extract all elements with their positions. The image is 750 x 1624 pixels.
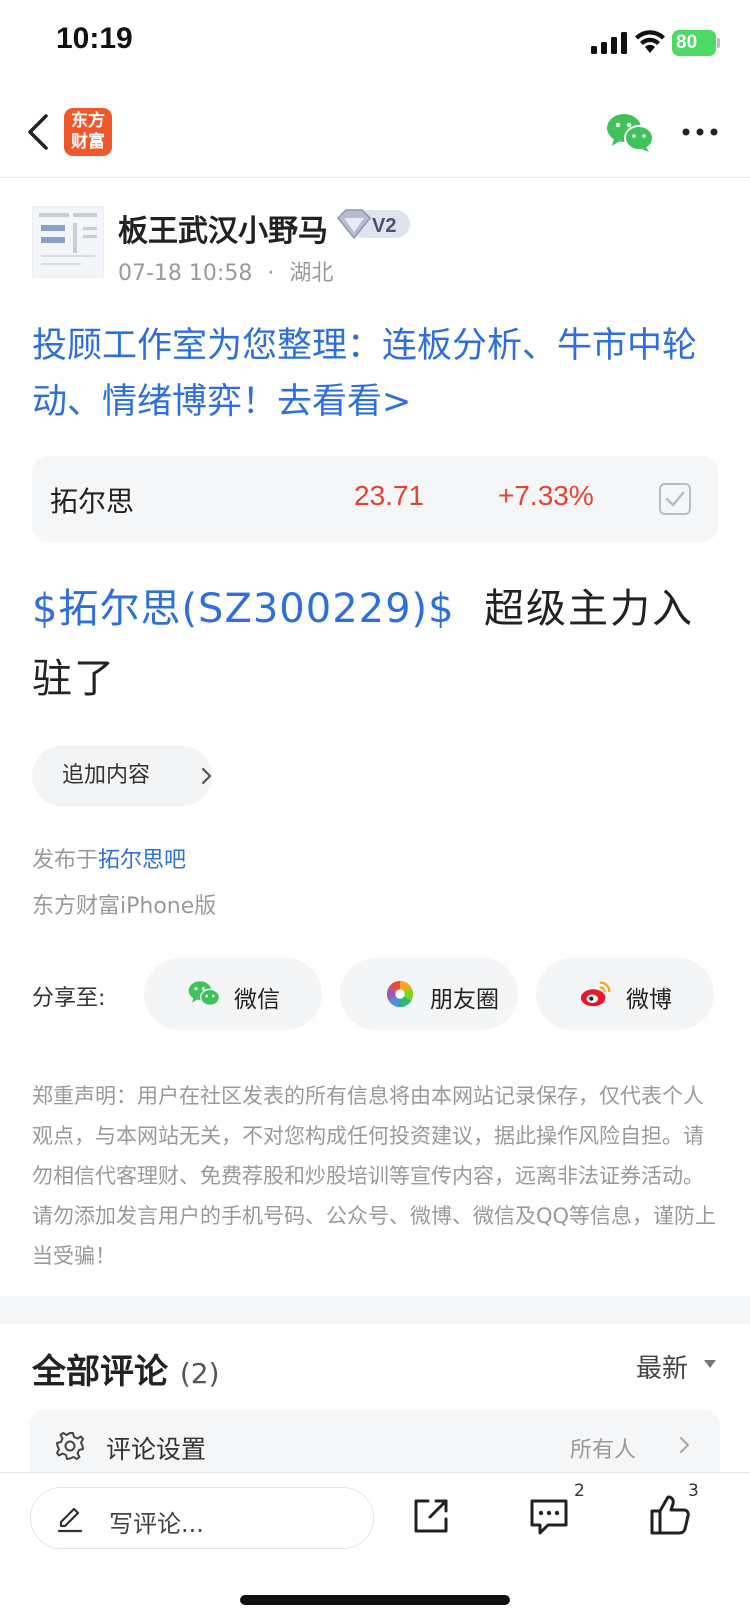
add-watchlist-checkbox[interactable] [659,483,691,515]
share-moments-label: 朋友圈 [430,987,499,1013]
weibo-icon [580,981,611,1007]
meta-separator: · [267,261,275,286]
stock-price: 23.71 [354,480,425,511]
thumbs-up-icon[interactable] [648,1493,692,1537]
comment-settings-value: 所有人 [570,1438,637,1463]
more-icon[interactable] [682,127,718,137]
append-content-button[interactable]: 追加内容 [32,746,212,806]
logo-line-1: 东方 [71,111,105,131]
top-nav: 东方 财富 [0,90,750,178]
sort-dropdown[interactable]: 最新 [636,1348,688,1385]
share-weibo-button[interactable]: 微博 [536,958,714,1030]
moments-icon [386,980,414,1008]
vip-level-text: V2 [372,215,396,237]
wechat-icon [188,981,220,1006]
author-name[interactable]: 板王武汉小野马 [118,206,328,250]
status-bar: 10:19 80 [0,0,750,90]
comments-title: 全部评论 (2) [32,1344,220,1393]
comments-count: (2) [179,1357,220,1390]
append-content-label: 追加内容 [62,763,151,788]
share-weibo-label: 微博 [626,987,672,1013]
publish-info: 发布于拓尔思吧 [32,842,186,874]
back-arrow-icon[interactable] [22,110,56,154]
comment-settings-label: 评论设置 [106,1435,207,1464]
post-body: $拓尔思(SZ300229)$ 超级主力入驻了 [32,574,722,714]
chevron-right-icon [201,767,212,785]
disclaimer-text: 郑重声明：用户在社区发表的所有信息将由本网站记录保存，仅代表个人观点，与本网站无… [32,1084,717,1268]
cellular-signal-icon [591,32,627,54]
publish-prefix: 发布于 [32,848,99,873]
eastmoney-logo: 东方 财富 [64,108,112,156]
share-moments-button[interactable]: 朋友圈 [340,958,518,1030]
caret-down-icon[interactable] [703,1359,717,1369]
avatar-image [39,213,97,265]
battery-indicator: 80 [672,30,716,56]
share-label: 分享至: [32,986,106,1011]
stock-change: +7.33% [498,480,594,511]
share-out-icon[interactable] [410,1495,452,1537]
battery-level: 80 [676,32,698,53]
wifi-icon [635,30,665,53]
vip-level-badge: V2 [336,206,412,242]
comments-title-text: 全部评论 [32,1352,168,1392]
comment-count-badge: 2 [574,1481,585,1501]
stock-quote-card[interactable]: 拓尔思 23.71 +7.33% [32,456,718,542]
section-divider [0,1296,750,1324]
wechat-share-icon[interactable] [606,112,654,154]
comment-icon[interactable] [528,1495,570,1537]
check-icon [665,491,685,507]
forum-link[interactable]: 拓尔思吧 [98,848,186,873]
share-wechat-button[interactable]: 微信 [144,958,322,1030]
logo-line-2: 财富 [71,132,105,152]
write-comment-placeholder: 写评论... [109,1510,204,1538]
publish-source: 东方财富iPhone版 [32,894,217,919]
stock-tag-link[interactable]: $拓尔思(SZ300229)$ [32,586,455,632]
chevron-right-icon [679,1436,690,1454]
status-time: 10:19 [56,22,133,55]
post-date: 07-18 10:58 [118,261,253,286]
write-comment-input[interactable]: 写评论... [30,1487,374,1549]
advisor-promo-link[interactable]: 投顾工作室为您整理：连板分析、牛市中轮动、情绪博弈！去看看> [32,318,722,430]
home-indicator[interactable] [240,1595,510,1605]
comment-settings-row[interactable]: 评论设置 所有人 [30,1410,720,1478]
share-wechat-label: 微信 [234,987,280,1013]
pencil-icon [57,1507,83,1533]
author-avatar[interactable] [32,206,104,278]
like-count-badge: 3 [688,1481,699,1501]
stock-name: 拓尔思 [50,485,135,518]
gear-icon [56,1432,84,1460]
battery-tip [717,38,720,48]
post-meta: 07-18 10:58 · 湖北 [118,255,333,287]
post-location: 湖北 [289,261,334,286]
bottom-action-bar: 写评论... 2 3 [0,1472,750,1624]
diamond-icon: V2 [336,209,410,240]
